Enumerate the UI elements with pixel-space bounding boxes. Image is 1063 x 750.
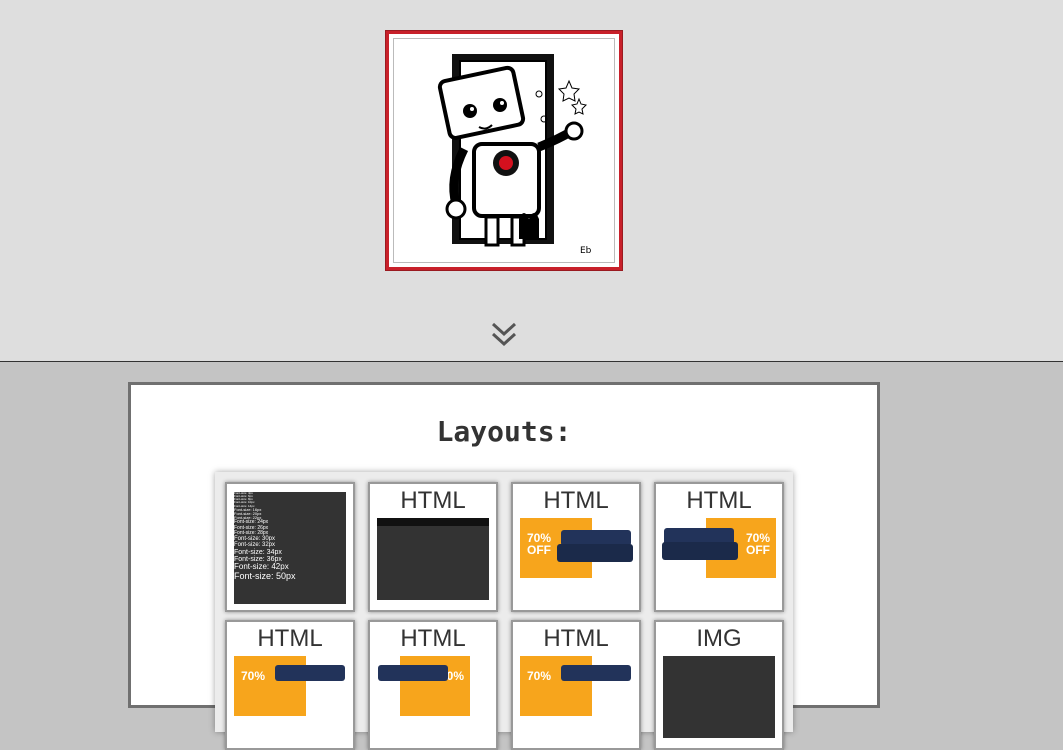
promo-off: OFF [527, 543, 551, 557]
layout-tile-label: IMG [696, 625, 742, 652]
preview-area: Eb [0, 0, 1063, 362]
robot-illustration: Eb [393, 38, 615, 263]
sofa-seat [662, 542, 738, 560]
layout-tile-img[interactable]: IMG [654, 620, 784, 750]
promo-discount: 70% [241, 669, 266, 683]
layout-tile-label: HTML [543, 625, 609, 652]
thumbnail-header [377, 518, 489, 526]
layout-tile-font-sizes[interactable]: Font-size: 4px Font-size: 6px Font-size: 8… [225, 482, 355, 612]
chevron-down-icon[interactable] [490, 320, 518, 350]
layouts-grid: Font-size: 4px Font-size: 6px Font-size: 8… [215, 472, 793, 750]
font-size-preview: Font-size: 4px Font-size: 6px Font-size: 8… [234, 491, 346, 604]
layout-tile-label: HTML [686, 487, 752, 514]
dark-page-thumbnail [377, 518, 489, 600]
layout-tile-html[interactable]: HTML 70% [225, 620, 355, 750]
sofa-image [275, 665, 345, 681]
sofa-seat [557, 544, 633, 562]
layout-tile-html[interactable]: HTML 70% OFF [511, 482, 641, 612]
font-size-line: Font-size: 34px [234, 548, 282, 556]
layout-tile-label: HTML [400, 625, 466, 652]
font-size-line: Font-size: 50px [234, 570, 296, 581]
sofa-image [378, 665, 448, 681]
layout-tile-label: HTML [257, 625, 323, 652]
layout-tile-html[interactable]: HTML 70% [511, 620, 641, 750]
layout-tile-label: HTML [400, 487, 466, 514]
svg-text:Eb: Eb [580, 246, 592, 256]
layout-tile-html[interactable]: HTML 70% OFF [654, 482, 784, 612]
layout-tile-label: HTML [543, 487, 609, 514]
sofa-image [561, 665, 631, 681]
dark-image-thumbnail [663, 656, 775, 738]
layout-tile-html[interactable]: HTML 70% [368, 620, 498, 750]
layout-tile-html[interactable]: HTML [368, 482, 498, 612]
layouts-panel: Layouts: Font-size: 4px Font-size: 6px Fon… [128, 382, 880, 750]
promo-off: OFF [746, 543, 770, 557]
selected-preview-image[interactable]: Eb [386, 31, 622, 270]
promo-discount: 70% [527, 669, 552, 683]
layouts-title: Layouts: [436, 415, 572, 448]
